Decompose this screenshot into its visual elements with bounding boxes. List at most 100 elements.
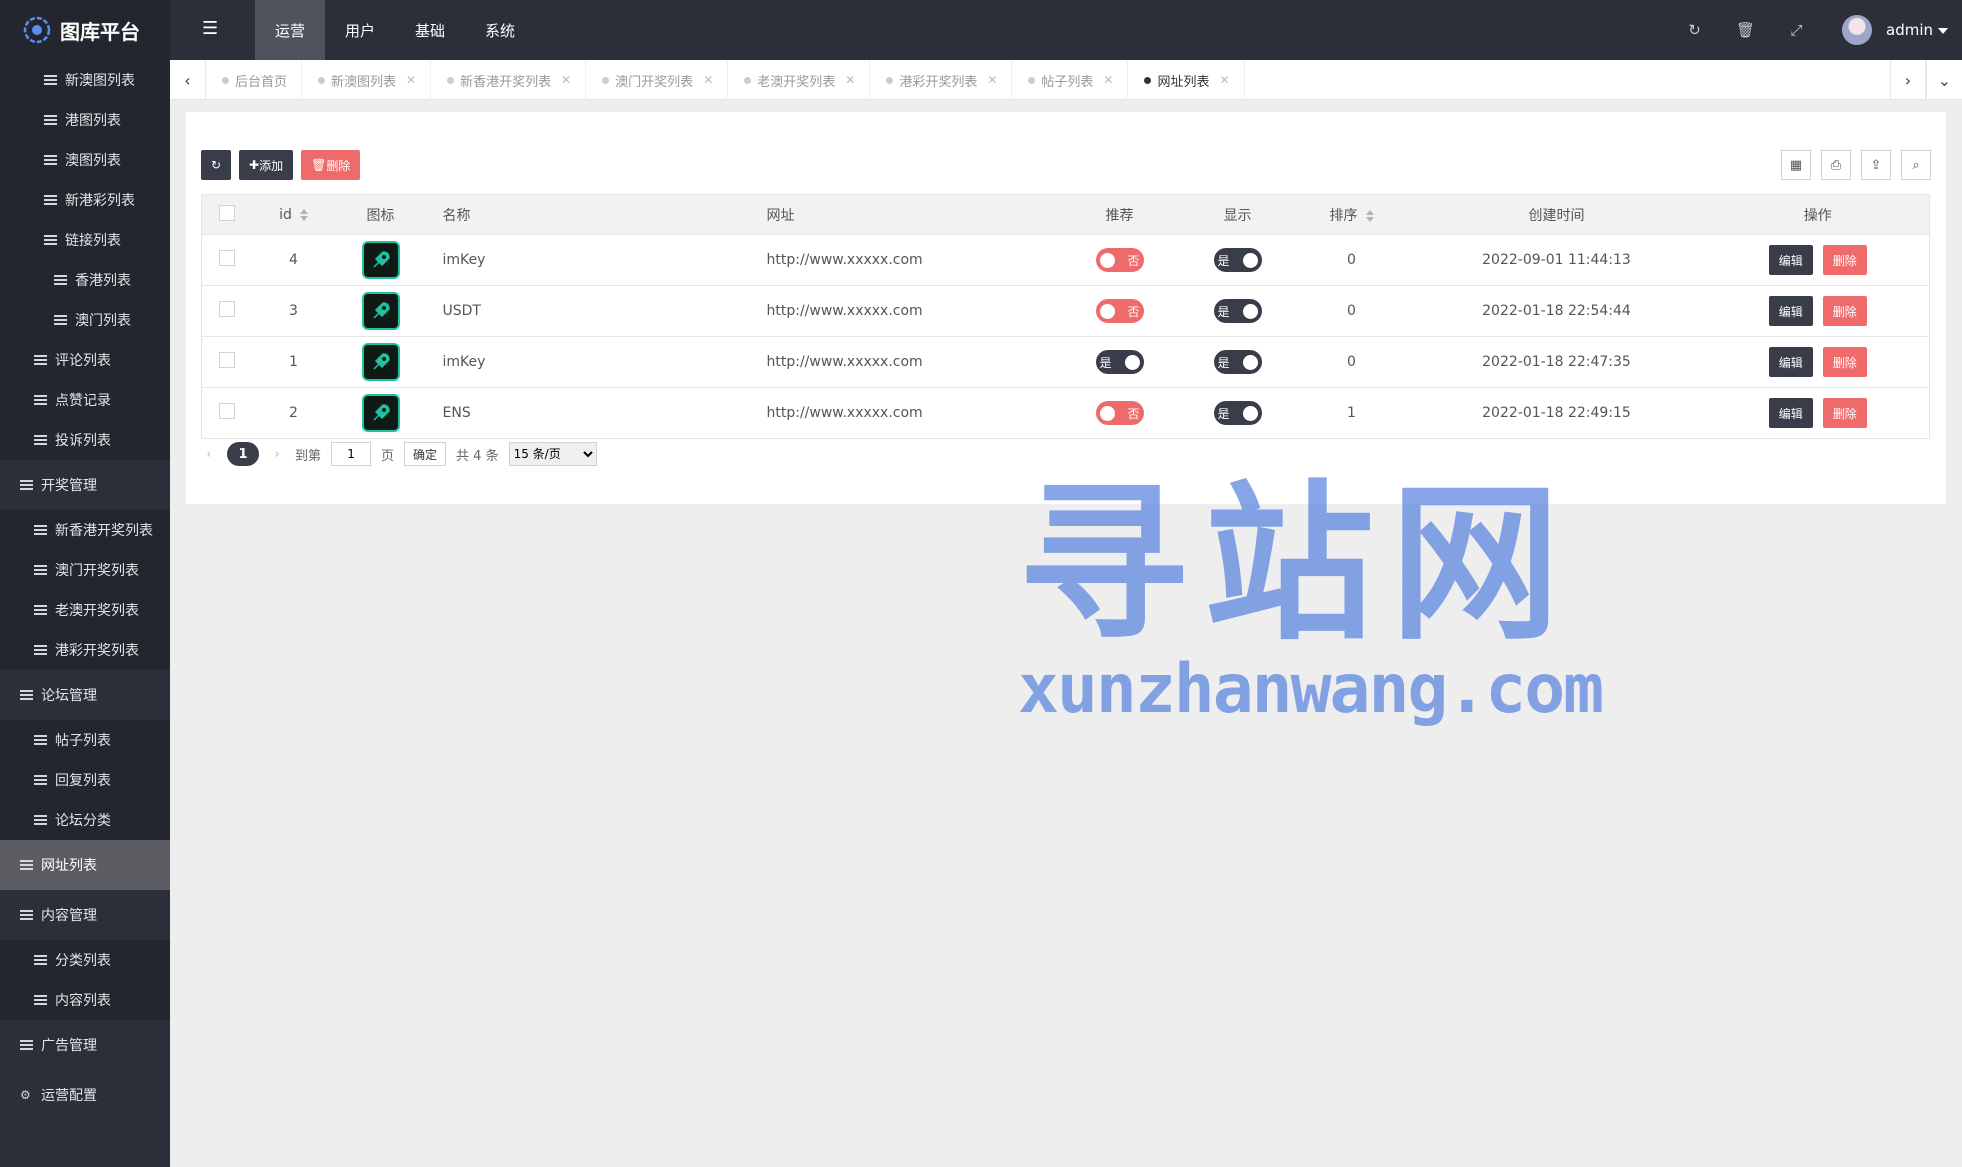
logo[interactable]: 图库平台 [0,0,170,60]
refresh-icon[interactable]: ↻ [1669,0,1720,60]
recommend-toggle[interactable]: 否 [1095,299,1144,323]
goto-page-input[interactable] [331,442,372,466]
close-icon[interactable]: ✕ [406,73,416,87]
page-size-select[interactable]: 15 条/页 [508,442,597,466]
tab-3[interactable]: 澳门开奖列表 ✕ [586,60,729,100]
tabs-scroll-left-icon[interactable]: ‹ [170,60,206,100]
sidebar-item-24[interactable]: ⚙ 运营配置 [0,1070,170,1120]
tab-0[interactable]: 后台首页 [206,60,303,100]
close-icon[interactable]: ✕ [1103,73,1113,87]
sidebar-item-5[interactable]: 香港列表 [0,260,170,300]
rocket-icon [361,394,400,432]
tab-2[interactable]: 新香港开奖列表 ✕ [431,60,587,100]
tab-5[interactable]: 港彩开奖列表 ✕ [870,60,1013,100]
goto-confirm-button[interactable]: 确定 [404,442,447,466]
toggle-knob [1242,252,1258,268]
tab-4[interactable]: 老澳开奖列表 ✕ [728,60,871,100]
recommend-toggle[interactable]: 是 [1095,350,1144,374]
add-button[interactable]: ✚ 添加 [239,150,294,180]
sidebar-item-8[interactable]: 点赞记录 [0,380,170,420]
close-icon[interactable]: ✕ [1220,73,1230,87]
sidebar-item-7[interactable]: 评论列表 [0,340,170,380]
delete-button[interactable]: 删除 [1822,347,1867,377]
topnav-item-3[interactable]: 系统 [465,0,535,60]
edit-button[interactable]: 编辑 [1768,296,1813,326]
col-sort[interactable]: 排序 [1330,208,1358,224]
sidebar-item-23[interactable]: 广告管理 [0,1020,170,1070]
sidebar-item-12[interactable]: 澳门开奖列表 [0,550,170,590]
delete-button[interactable]: 删除 [1822,245,1867,275]
edit-button[interactable]: 编辑 [1768,245,1813,275]
sidebar-item-20[interactable]: 内容管理 [0,890,170,940]
table-row: 4 imKey http://www.xxxxx.com 否 是 0 2022-09-01 … [201,234,1930,286]
sidebar-item-16[interactable]: 帖子列表 [0,720,170,760]
sidebar-item-0[interactable]: 新澳图列表 [0,60,170,100]
sidebar-item-15[interactable]: 论坛管理 [0,670,170,720]
sidebar-item-22[interactable]: 内容列表 [0,980,170,1020]
row-checkbox[interactable] [218,250,235,266]
menu-toggle-icon[interactable]: ☰ [202,18,220,42]
topnav-item-2[interactable]: 基础 [395,0,465,60]
bulk-delete-button[interactable]: 🗑 删除 [301,150,361,180]
list-icon [20,1040,33,1050]
sidebar-item-2[interactable]: 澳图列表 [0,140,170,180]
col-id[interactable]: id [279,207,292,223]
close-icon[interactable]: ✕ [561,73,571,87]
export-icon[interactable]: ⇪ [1861,150,1891,180]
tab-6[interactable]: 帖子列表 ✕ [1012,60,1129,100]
print-icon[interactable]: ⎙ [1821,150,1851,180]
next-page-icon[interactable]: › [269,447,285,462]
show-toggle[interactable]: 是 [1213,299,1262,323]
show-toggle[interactable]: 是 [1213,401,1262,425]
edit-button[interactable]: 编辑 [1768,398,1813,428]
sidebar-item-14[interactable]: 港彩开奖列表 [0,630,170,670]
trash-icon[interactable]: 🗑 [1720,0,1771,60]
recommend-toggle[interactable]: 否 [1095,401,1144,425]
prev-page-icon[interactable]: ‹ [201,447,217,462]
toggle-label: 否 [1127,253,1140,268]
sidebar-item-3[interactable]: 新港彩列表 [0,180,170,220]
tab-label: 网址列表 [1157,74,1210,90]
select-all-checkbox[interactable] [218,204,235,221]
tab-7[interactable]: 网址列表 ✕ [1128,60,1245,100]
row-checkbox[interactable] [218,403,235,419]
avatar[interactable] [1842,15,1872,45]
delete-button[interactable]: 删除 [1822,296,1867,326]
sidebar-item-10[interactable]: 开奖管理 [0,460,170,510]
user-menu[interactable]: admin [1886,21,1948,39]
fullscreen-icon[interactable]: ⤢ [1771,0,1822,60]
sort-icon[interactable] [299,208,308,221]
sidebar-item-17[interactable]: 回复列表 [0,760,170,800]
sidebar-item-13[interactable]: 老澳开奖列表 [0,590,170,630]
page-1-button[interactable]: 1 [227,442,259,466]
row-checkbox[interactable] [218,301,235,317]
delete-button[interactable]: 删除 [1822,398,1867,428]
sidebar-item-6[interactable]: 澳门列表 [0,300,170,340]
close-icon[interactable]: ✕ [987,73,997,87]
close-icon[interactable]: ✕ [845,73,855,87]
topnav-item-0[interactable]: 运营 [255,0,325,60]
row-checkbox[interactable] [218,352,235,368]
sort-icon[interactable] [1365,209,1374,222]
close-icon[interactable]: ✕ [703,73,713,87]
cell-id: 4 [289,252,298,268]
tabs-menu-chevron-icon[interactable]: ⌄ [1926,60,1962,100]
show-toggle[interactable]: 是 [1213,350,1262,374]
sidebar-item-21[interactable]: 分类列表 [0,940,170,980]
search-icon[interactable]: ⌕ [1901,150,1931,180]
sidebar-item-1[interactable]: 港图列表 [0,100,170,140]
sidebar-item-18[interactable]: 论坛分类 [0,800,170,840]
watermark: 寻站网 xunzhanwang.com [1018,470,1604,750]
tabs-scroll-right-icon[interactable]: › [1890,60,1926,100]
sidebar-item-9[interactable]: 投诉列表 [0,420,170,460]
tab-1[interactable]: 新澳图列表 ✕ [302,60,432,100]
sidebar-item-19[interactable]: 网址列表 [0,840,170,890]
topnav-item-1[interactable]: 用户 [325,0,395,60]
sidebar-item-4[interactable]: 链接列表 [0,220,170,260]
refresh-button[interactable]: ↻ [201,150,231,180]
sidebar-item-11[interactable]: 新香港开奖列表 [0,510,170,550]
recommend-toggle[interactable]: 否 [1095,248,1144,272]
edit-button[interactable]: 编辑 [1768,347,1813,377]
columns-icon[interactable]: ▦ [1781,150,1811,180]
show-toggle[interactable]: 是 [1213,248,1262,272]
